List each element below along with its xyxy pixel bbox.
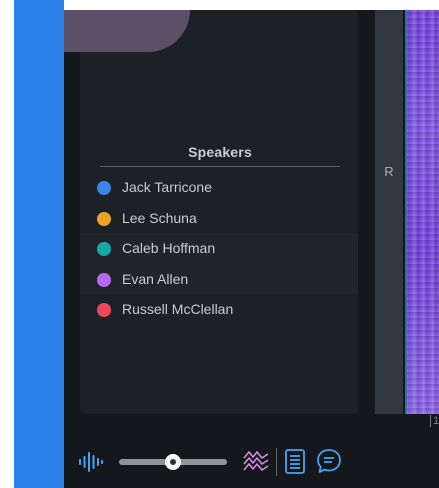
- waveform-icon[interactable]: [78, 450, 104, 474]
- ruler-tick: [430, 415, 431, 427]
- speaker-color-dot: [97, 181, 111, 195]
- speaker-name: Russell McClellan: [122, 301, 234, 317]
- speakers-panel: Speakers Jack Tarricone Lee Schuna Caleb…: [80, 10, 358, 414]
- speaker-color-dot: [97, 242, 111, 256]
- heading-divider: [100, 166, 340, 167]
- chat-icon[interactable]: [316, 447, 342, 475]
- speaker-row[interactable]: Russell McClellan: [80, 294, 358, 325]
- channel-column: R: [375, 10, 403, 414]
- speaker-row[interactable]: Evan Allen: [80, 263, 358, 294]
- channel-label: R: [384, 164, 394, 179]
- spectrogram-edge: [405, 10, 407, 414]
- speaker-list: Jack Tarricone Lee Schuna Caleb Hoffman …: [80, 172, 358, 325]
- app-window: Speakers Jack Tarricone Lee Schuna Caleb…: [64, 10, 439, 488]
- blue-side-bar: [14, 0, 64, 488]
- speaker-row[interactable]: Caleb Hoffman: [80, 233, 358, 264]
- zoom-slider[interactable]: [119, 454, 227, 470]
- speaker-row[interactable]: Lee Schuna: [80, 203, 358, 234]
- speakers-heading: Speakers: [188, 144, 252, 160]
- document-icon[interactable]: [284, 448, 306, 475]
- speaker-name: Lee Schuna: [122, 209, 197, 226]
- speaker-name: Evan Allen: [122, 270, 189, 287]
- left-margin: [0, 0, 14, 488]
- speaker-name: Jack Tarricone: [122, 179, 213, 195]
- speaker-name: Caleb Hoffman: [122, 240, 216, 256]
- speaker-color-dot: [97, 303, 111, 317]
- toolbar-divider: [276, 448, 277, 476]
- slider-thumb[interactable]: [165, 454, 181, 470]
- bottom-toolbar: [64, 438, 439, 488]
- speaker-color-dot: [97, 211, 111, 226]
- spectrogram[interactable]: [405, 10, 439, 414]
- speaker-row[interactable]: Jack Tarricone: [80, 172, 358, 203]
- speaker-color-dot: [97, 272, 111, 287]
- ruler-tick-label: 1: [433, 415, 439, 427]
- hills-icon[interactable]: [242, 448, 270, 474]
